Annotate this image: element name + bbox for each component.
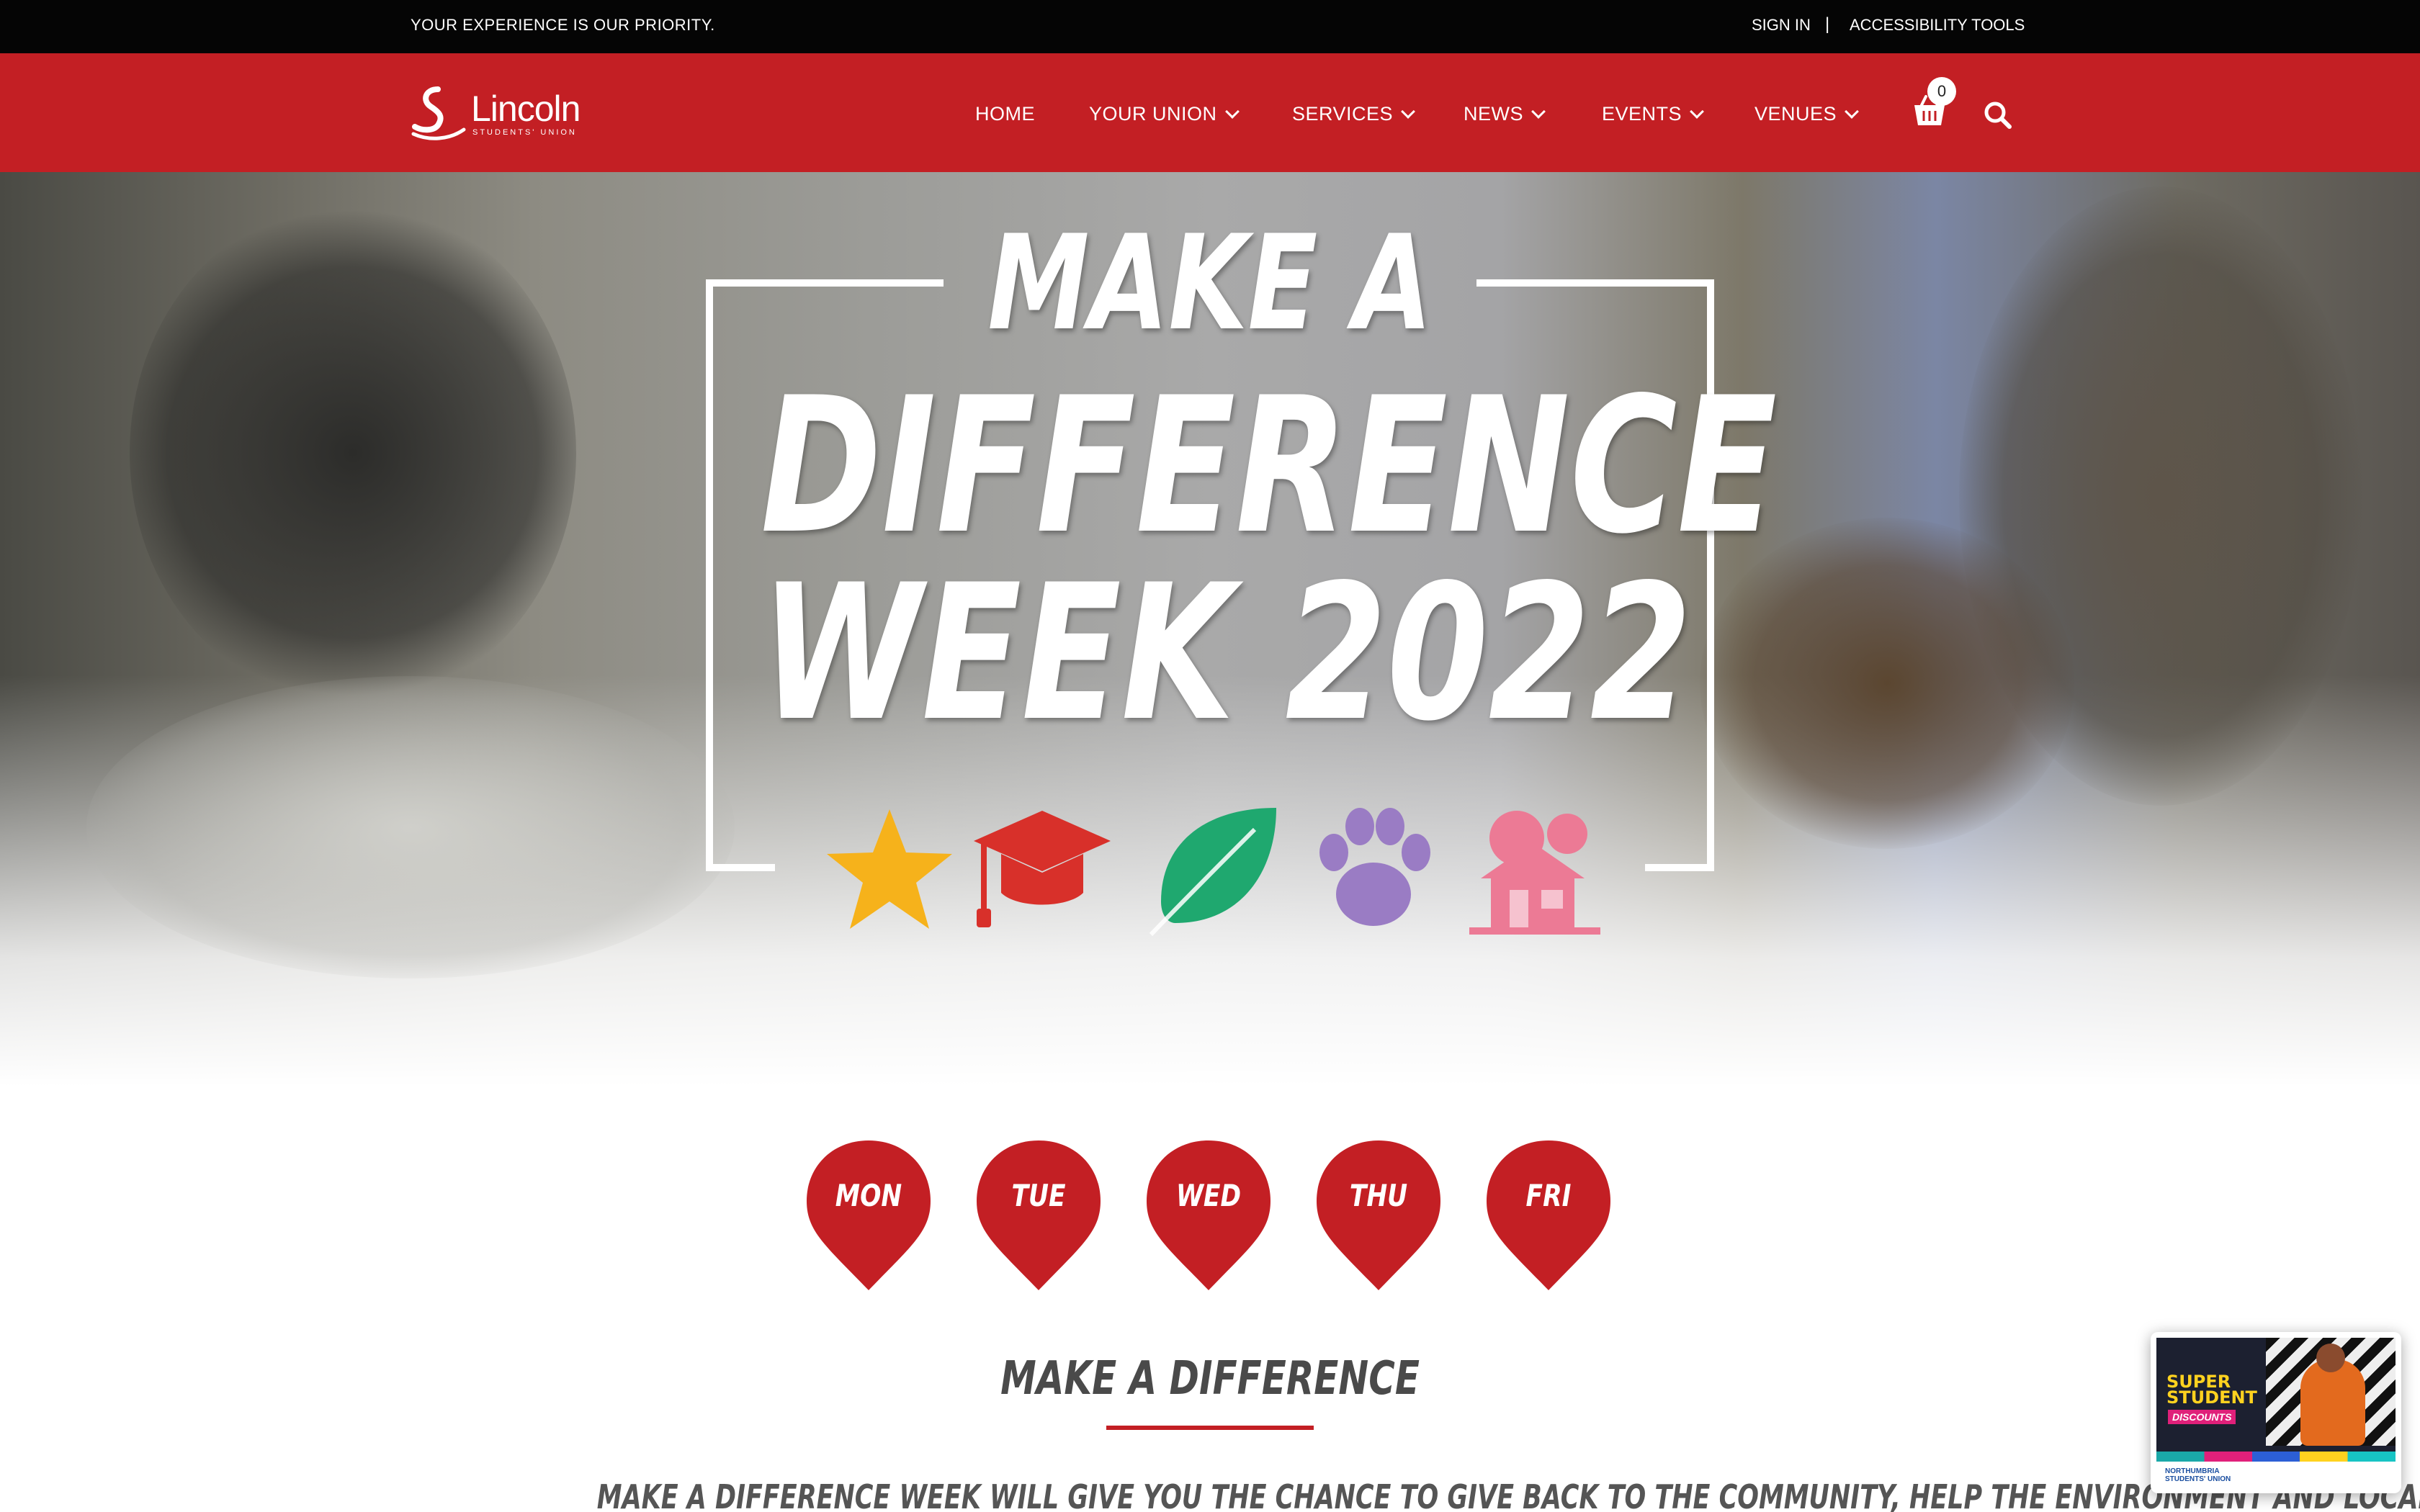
hero-title-line-2: DIFFERENCE	[761, 358, 1778, 575]
map-pin-icon	[807, 1140, 931, 1290]
map-pin-icon	[1487, 1140, 1610, 1290]
map-pin-icon	[1317, 1140, 1440, 1290]
chevron-down-icon	[1690, 104, 1704, 119]
promo-footer: NORTHUMBRIA STUDENTS' UNION	[2156, 1452, 2396, 1488]
nav-news[interactable]: NEWS	[1464, 103, 1546, 125]
house-icon	[1469, 811, 1600, 935]
day-label: MON	[835, 1178, 902, 1213]
hero-frame-bottom-left	[706, 864, 775, 871]
hero-title-line-1: MAKE A	[987, 207, 1433, 359]
hero-frame-left	[706, 279, 713, 871]
main-navigation: Lincoln STUDENTS' UNION HOME YOUR UNION …	[0, 53, 2420, 172]
cart-count-badge: 0	[1927, 77, 1956, 106]
promo-site-line: NORTHUMBRIA	[2165, 1467, 2220, 1475]
search-icon[interactable]	[1982, 99, 2014, 131]
day-label: FRI	[1525, 1178, 1572, 1213]
nav-label: HOME	[975, 103, 1035, 125]
nav-home[interactable]: HOME	[975, 103, 1035, 125]
day-label: TUE	[1011, 1178, 1066, 1213]
promo-preview-widget[interactable]: SUPER STUDENT DISCOUNTS NORTHUMBRIA STUD…	[2151, 1332, 2401, 1493]
promo-tag: DISCOUNTS	[2168, 1410, 2236, 1424]
chevron-down-icon	[1224, 104, 1240, 119]
nav-events[interactable]: EVENTS	[1602, 103, 1704, 125]
nav-venues[interactable]: VENUES	[1754, 103, 1859, 125]
top-utility-bar: YOUR EXPERIENCE IS OUR PRIORITY. SIGN IN…	[0, 0, 2420, 53]
section-intro-text: MAKE A DIFFERENCE WEEK WILL GIVE YOU THE…	[596, 1477, 2420, 1512]
separator: |	[1825, 14, 1830, 34]
day-pin-fri[interactable]: FRI	[1484, 1138, 1613, 1296]
day-pin-thu[interactable]: THU	[1314, 1138, 1443, 1296]
day-pin-tue[interactable]: TUE	[974, 1138, 1103, 1296]
nav-your-union[interactable]: YOUR UNION	[1089, 103, 1240, 125]
nav-label: EVENTS	[1602, 103, 1682, 125]
promo-site-name: NORTHUMBRIA STUDENTS' UNION	[2165, 1467, 2231, 1483]
promo-preview-image: SUPER STUDENT DISCOUNTS NORTHUMBRIA STUD…	[2156, 1338, 2396, 1488]
section-title: MAKE A DIFFERENCE	[1000, 1352, 1420, 1405]
leaf-icon	[1149, 808, 1276, 937]
hero-photo-log	[86, 676, 735, 978]
section-divider	[1106, 1426, 1314, 1430]
hero-photo-figure-left	[130, 201, 576, 705]
tagline: YOUR EXPERIENCE IS OUR PRIORITY.	[411, 16, 715, 34]
paw-icon	[1319, 808, 1430, 926]
day-label: WED	[1175, 1178, 1242, 1213]
promo-person	[2300, 1359, 2365, 1446]
graduation-cap-icon	[974, 811, 1111, 927]
hero-title-line-3: WEEK 2022	[761, 545, 1692, 762]
hero-frame-bottom-right	[1645, 864, 1714, 871]
map-pin-icon	[1147, 1140, 1270, 1290]
star-icon	[827, 809, 952, 929]
logo-wordmark: Lincoln	[471, 89, 581, 129]
day-label: THU	[1349, 1178, 1408, 1213]
day-pin-mon[interactable]: MON	[804, 1138, 933, 1296]
promo-site-line: STUDENTS' UNION	[2165, 1475, 2231, 1483]
promo-headline: SUPER STUDENT	[2166, 1373, 2257, 1408]
hero-frame-top-left	[706, 279, 944, 287]
chevron-down-icon	[1401, 104, 1415, 119]
nav-label: VENUES	[1754, 103, 1837, 125]
hero-frame-top-right	[1476, 279, 1714, 287]
nav-services[interactable]: SERVICES	[1292, 103, 1415, 125]
nav-label: SERVICES	[1292, 103, 1394, 125]
chevron-down-icon	[1531, 104, 1546, 119]
nav-label: NEWS	[1464, 103, 1523, 125]
day-pin-wed[interactable]: WED	[1144, 1138, 1273, 1296]
swan-logo-icon	[411, 86, 466, 140]
logo-subtitle: STUDENTS' UNION	[472, 128, 577, 137]
accessibility-tools-link[interactable]: ACCESSIBILITY TOOLS	[1850, 16, 2025, 35]
sign-in-link[interactable]: SIGN IN	[1752, 16, 1811, 35]
site-logo[interactable]: Lincoln STUDENTS' UNION	[409, 85, 582, 143]
promo-color-bar	[2156, 1452, 2396, 1462]
promo-person-head	[2316, 1344, 2345, 1372]
chevron-down-icon	[1845, 104, 1859, 119]
promo-line: STUDENT	[2166, 1387, 2257, 1408]
nav-label: YOUR UNION	[1089, 103, 1217, 125]
map-pin-icon	[977, 1140, 1101, 1290]
